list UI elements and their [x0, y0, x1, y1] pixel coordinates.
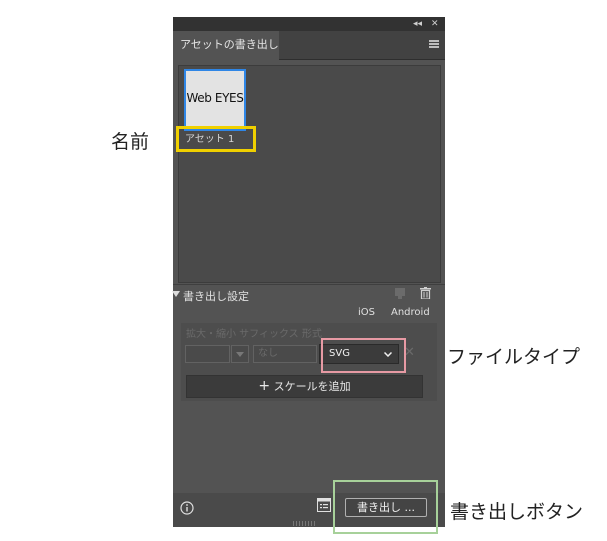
- platform-android[interactable]: Android: [391, 307, 430, 318]
- tab-asset-export[interactable]: アセットの書き出し: [173, 31, 279, 60]
- annotation-export-button: 書き出しボタン: [450, 501, 584, 523]
- add-scale-button[interactable]: + スケールを追加: [186, 375, 423, 398]
- add-scale-label: スケールを追加: [273, 380, 351, 393]
- scale-dropdown-button[interactable]: [231, 345, 249, 363]
- scale-field[interactable]: [185, 345, 230, 363]
- trash-icon[interactable]: [420, 287, 431, 299]
- asset-thumbnail[interactable]: Web EYES: [184, 69, 246, 131]
- resize-grip-icon[interactable]: [293, 521, 315, 526]
- export-preset-icon[interactable]: [395, 288, 405, 299]
- annotation-name: 名前: [111, 131, 150, 153]
- export-settings-header[interactable]: 書き出し設定: [172, 284, 445, 305]
- panel-menu-icon[interactable]: [429, 40, 439, 48]
- asset-export-panel: ◂◂ ✕ アセットの書き出し Web EYES アセット 1 書き出し設定 iO…: [172, 17, 445, 527]
- export-highlight-box: [333, 480, 438, 534]
- export-settings-icon[interactable]: [317, 498, 331, 512]
- collapse-icon[interactable]: ◂◂: [413, 18, 422, 30]
- filetype-highlight-box: [321, 338, 406, 373]
- chevron-down-icon: [236, 352, 244, 357]
- annotation-file-type: ファイルタイプ: [447, 346, 581, 368]
- asset-thumbnail-text: Web EYES: [186, 91, 244, 105]
- platform-ios[interactable]: iOS: [358, 307, 375, 318]
- asset-list-area[interactable]: Web EYES アセット 1: [178, 65, 441, 283]
- info-icon[interactable]: [180, 501, 194, 515]
- export-settings-title: 書き出し設定: [183, 290, 249, 303]
- disclosure-triangle-icon[interactable]: [172, 291, 180, 297]
- name-highlight-box: [176, 126, 256, 152]
- suffix-input[interactable]: なし: [253, 345, 317, 363]
- panel-tab-row: アセットの書き出し: [173, 31, 445, 60]
- settings-column-headers: 拡大・縮小 サフィックス 形式: [186, 329, 322, 340]
- close-icon[interactable]: ✕: [431, 18, 439, 30]
- plus-icon: +: [258, 378, 271, 394]
- panel-top-bar: ◂◂ ✕: [173, 17, 445, 31]
